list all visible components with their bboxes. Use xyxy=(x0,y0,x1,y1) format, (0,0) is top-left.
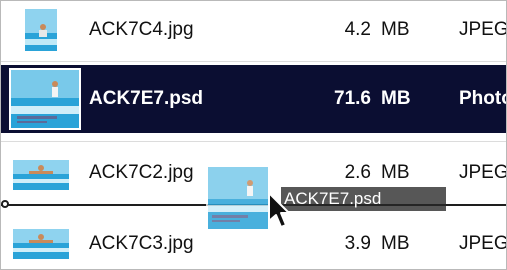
file-kind: JPEG xyxy=(459,19,507,40)
row-divider xyxy=(1,61,506,62)
file-size-unit: MB xyxy=(381,19,410,40)
image-thumbnail xyxy=(13,223,69,265)
file-size-unit: MB xyxy=(381,233,410,254)
file-size-unit: MB xyxy=(381,162,410,183)
drop-indicator-dot xyxy=(1,200,9,208)
file-kind: Photo xyxy=(459,88,506,109)
file-row-ack7c4[interactable]: ACK7C4.jpg 4.2 MB JPEG xyxy=(1,5,506,55)
file-size: 2.6 xyxy=(344,162,371,183)
file-size: 4.2 xyxy=(344,19,371,40)
file-name: ACK7C2.jpg xyxy=(89,162,194,183)
file-list: ACK7C4.jpg 4.2 MB JPEG ACK7E7.psd 71.6 M… xyxy=(0,0,507,270)
file-name: ACK7C4.jpg xyxy=(89,19,194,40)
row-divider xyxy=(1,141,506,142)
file-name: ACK7C3.jpg xyxy=(89,233,194,254)
file-name: ACK7E7.psd xyxy=(89,88,204,109)
file-size: 71.6 xyxy=(334,88,371,109)
image-thumbnail xyxy=(13,9,69,51)
file-size-unit: MB xyxy=(381,88,411,109)
image-thumbnail xyxy=(13,154,69,196)
drag-ghost-thumbnail xyxy=(206,165,270,231)
pointer-cursor-icon xyxy=(267,191,291,231)
file-row-ack7e7[interactable]: ACK7E7.psd 71.6 MB Photo xyxy=(1,65,506,133)
image-thumbnail xyxy=(9,68,81,130)
file-kind: JPEG xyxy=(459,162,507,183)
file-kind: JPEG xyxy=(459,233,507,254)
drag-ghost-label: ACK7E7.psd xyxy=(281,187,446,211)
file-size: 3.9 xyxy=(344,233,371,254)
